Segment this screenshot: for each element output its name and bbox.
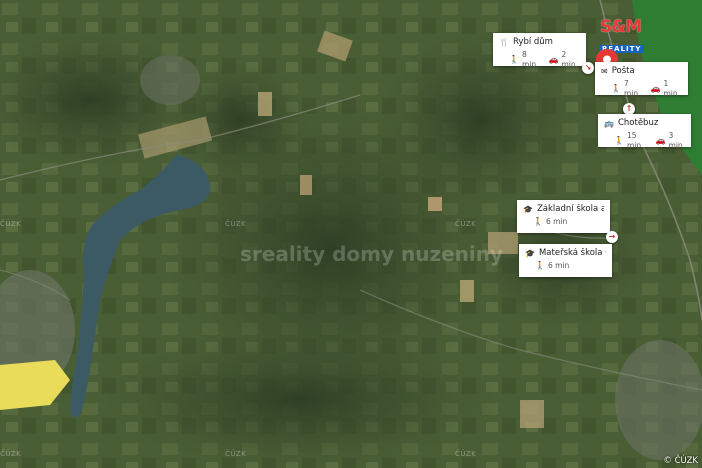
logo-mark: S&M <box>600 17 642 37</box>
poi-name: Chotěbuz <box>617 118 659 128</box>
car-icon: 🚗 <box>655 136 666 145</box>
poi-direction-arrow: → <box>606 231 618 243</box>
walk-icon: 🚶 <box>535 261 545 270</box>
tile-watermark: ČÚZK <box>455 450 477 458</box>
tile-watermark: ČÚZK <box>225 220 247 228</box>
poi-card-kindergarten[interactable]: 🎓Mateřská škola C... 🚶6 min <box>519 244 612 277</box>
walk-icon: 🚶 <box>611 84 621 93</box>
restaurant-icon: 🍴 <box>499 38 509 47</box>
drive-time: 2 min <box>561 50 576 69</box>
poi-card-restaurant[interactable]: 🍴 Rybí dům 🚶 8 min 🚗 2 min <box>493 33 586 69</box>
poi-name: Základní škola a ... <box>536 204 604 214</box>
poi-name: Mateřská škola C... <box>538 248 606 258</box>
walk-time: 6 min <box>545 217 568 226</box>
car-icon: 🚗 <box>548 55 559 64</box>
map-watermark: sreality domy nuzeniny <box>240 242 504 266</box>
bus-icon: 🚌 <box>604 119 614 128</box>
walk-icon: 🚶 <box>614 136 624 145</box>
poi-name: Pošta <box>611 66 635 76</box>
drive-time: 1 min <box>663 79 678 98</box>
walk-time: 7 min <box>623 79 639 98</box>
walk-icon: 🚶 <box>533 217 543 226</box>
tile-watermark: ČÚZK <box>225 450 247 458</box>
school-icon: 🎓 <box>525 249 535 258</box>
walk-time: 15 min <box>626 131 642 150</box>
poi-card-bus-stop[interactable]: 🚌 Chotěbuz 🚶 15 min 🚗 3 min <box>598 114 691 150</box>
drive-time: 3 min <box>668 131 683 150</box>
walk-icon: 🚶 <box>509 55 519 64</box>
poi-card-primary-school[interactable]: 🎓Základní škola a ... 🚶6 min <box>517 200 610 233</box>
car-icon: 🚗 <box>650 84 661 93</box>
map-copyright: © ČÚZK <box>663 456 698 466</box>
post-icon: ✉ <box>601 67 608 76</box>
tile-watermark: ČÚZK <box>0 220 22 228</box>
tile-watermark: ČÚZK <box>0 450 22 458</box>
walk-time: 6 min <box>547 261 570 270</box>
walk-time: 8 min <box>521 50 537 69</box>
poi-direction-arrow: ↘ <box>582 62 594 74</box>
school-icon: 🎓 <box>523 205 533 214</box>
tile-watermark: ČÚZK <box>455 220 477 228</box>
poi-card-post-office[interactable]: ✉ Pošta 🚶 7 min 🚗 1 min <box>595 62 688 98</box>
poi-name: Rybí dům <box>512 37 553 47</box>
